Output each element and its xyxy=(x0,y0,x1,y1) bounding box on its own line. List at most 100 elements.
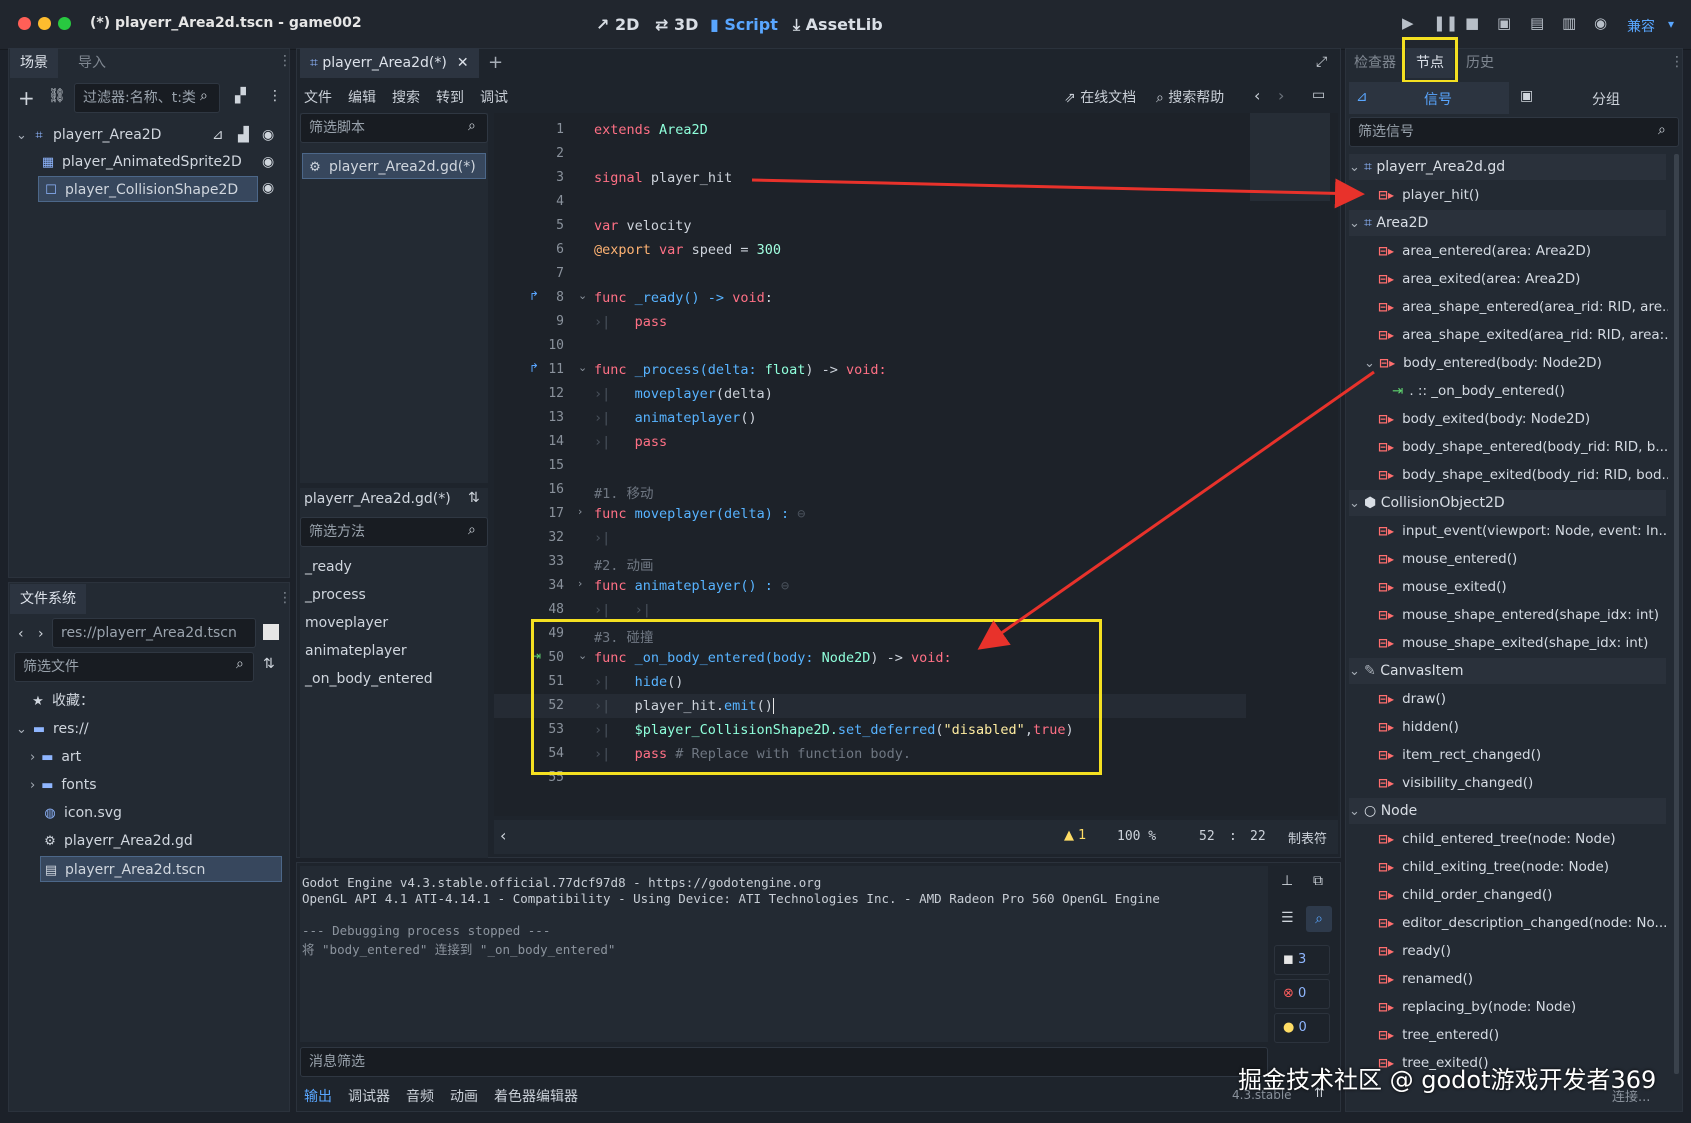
signal-icon[interactable]: ⊿ xyxy=(212,122,224,148)
workspace-assetlib-button[interactable]: ⤓ AssetLib xyxy=(793,15,883,35)
fs-res-root[interactable]: ⌄ ▬ res:// xyxy=(16,716,89,742)
signal-item-rect-changed[interactable]: ⊟▸ item_rect_changed() xyxy=(1378,742,1668,768)
method-item[interactable]: animateplayer xyxy=(305,638,407,664)
signal-area-shape-entered[interactable]: ⊟▸ area_shape_entered(area_rid: RID, are.… xyxy=(1378,294,1668,320)
signal-editor-description-changed[interactable]: ⊟▸ editor_description_changed(node: No... xyxy=(1378,910,1668,936)
clear-output-icon[interactable]: ☰ xyxy=(1281,910,1294,926)
script-filter-input[interactable]: 筛选脚本 xyxy=(300,113,488,143)
menu-file[interactable]: 文件 xyxy=(304,87,332,107)
add-tab-icon[interactable]: + xyxy=(488,52,503,73)
method-item[interactable]: _process xyxy=(305,582,366,608)
signal-mouse-shape-exited[interactable]: ⊟▸ mouse_shape_exited(shape_idx: int) xyxy=(1378,630,1668,656)
stop-icon[interactable]: ■ xyxy=(1465,14,1479,32)
fold-arrow-icon[interactable]: ⌄ xyxy=(578,361,587,374)
method-item[interactable]: _on_body_entered xyxy=(305,666,433,692)
signal-mouse-entered[interactable]: ⊟▸ mouse_entered() xyxy=(1378,546,1668,572)
warnings-indicator[interactable]: ▲ 1 xyxy=(1064,828,1086,843)
online-docs-button[interactable]: ⇗ 在线文档 xyxy=(1064,87,1136,107)
forward-icon[interactable]: › xyxy=(38,626,44,642)
play-custom-scene-icon[interactable]: ▥ xyxy=(1562,14,1576,32)
fs-file-icon-svg[interactable]: ◍ icon.svg xyxy=(42,800,122,826)
chevron-down-icon[interactable]: ▾ xyxy=(1668,17,1674,31)
copy-icon[interactable]: ⧉ xyxy=(1313,873,1323,889)
signal-body-shape-exited[interactable]: ⊟▸ body_shape_exited(body_rid: RID, bod..… xyxy=(1378,462,1668,488)
section-node[interactable]: ⌄ ○ Node xyxy=(1349,798,1666,824)
fs-file-gd[interactable]: ⚙ playerr_Area2d.gd xyxy=(42,828,193,854)
fullscreen-icon[interactable]: ⤢ xyxy=(1316,54,1327,70)
section-area2d[interactable]: ⌄ ⌗ Area2D xyxy=(1349,210,1666,236)
fold-arrow-icon[interactable]: ⌄ xyxy=(578,289,587,302)
file-filter-input[interactable]: 筛选文件 xyxy=(14,652,254,682)
attach-script-icon[interactable]: ▞ xyxy=(235,88,246,104)
unfold-arrow-icon[interactable]: › xyxy=(578,577,582,590)
signal-filter-input[interactable]: 筛选信号 xyxy=(1349,117,1679,147)
pause-icon[interactable]: ❚❚ xyxy=(1433,14,1458,32)
back-icon[interactable]: ‹ xyxy=(18,626,24,642)
link-icon[interactable]: ⛓ xyxy=(48,88,66,104)
section-canvasitem[interactable]: ⌄ ✎ CanvasItem xyxy=(1349,658,1666,684)
signal-area-shape-exited[interactable]: ⊟▸ area_shape_exited(area_rid: RID, area:… xyxy=(1378,322,1668,348)
tab-scene[interactable]: 场景 xyxy=(10,48,58,78)
section-collisionobject2d[interactable]: ⌄ ⬢ CollisionObject2D xyxy=(1349,490,1666,516)
signal-child-entered-tree[interactable]: ⊟▸ child_entered_tree(node: Node) xyxy=(1378,826,1668,852)
signal-draw[interactable]: ⊟▸ draw() xyxy=(1378,686,1668,712)
scene-filter-input[interactable]: 过滤器:名称、t:类 xyxy=(74,83,220,113)
visibility-eye-icon[interactable]: ◉ xyxy=(262,180,274,196)
signal-visibility-changed[interactable]: ⊟▸ visibility_changed() xyxy=(1378,770,1668,796)
signal-body-shape-entered[interactable]: ⊟▸ body_shape_entered(body_rid: RID, b... xyxy=(1378,434,1668,460)
prev-script-icon[interactable]: ‹ xyxy=(1254,86,1260,105)
subtab-groups[interactable]: 分组 xyxy=(1592,89,1620,109)
code-minimap[interactable] xyxy=(1250,113,1330,201)
bottom-tab-debugger[interactable]: 调试器 xyxy=(348,1086,390,1106)
play-scene-icon[interactable]: ▤ xyxy=(1530,14,1544,32)
fs-file-tscn[interactable]: ▤ playerr_Area2d.tscn xyxy=(40,856,282,882)
unfold-arrow-icon[interactable]: › xyxy=(578,505,582,518)
signal-area-entered[interactable]: ⊟▸ area_entered(area: Area2D) xyxy=(1378,238,1668,264)
filesystem-path[interactable]: res://playerr_Area2d.tscn xyxy=(52,618,256,648)
signal-child-exiting-tree[interactable]: ⊟▸ child_exiting_tree(node: Node) xyxy=(1378,854,1668,880)
signal-mouse-exited[interactable]: ⊟▸ mouse_exited() xyxy=(1378,574,1668,600)
tab-inspector[interactable]: 检查器 xyxy=(1348,48,1402,78)
close-window-button[interactable] xyxy=(18,17,31,30)
fs-folder-fonts[interactable]: › ▬ fonts xyxy=(30,772,97,798)
sort-icon[interactable]: ⇅ xyxy=(263,656,275,672)
close-tab-icon[interactable]: ✕ xyxy=(457,55,469,71)
script-icon[interactable]: ▟ xyxy=(238,122,249,148)
maximize-window-button[interactable] xyxy=(58,17,71,30)
signal-mouse-shape-entered[interactable]: ⊟▸ mouse_shape_entered(shape_idx: int) xyxy=(1378,602,1668,628)
scene-tab[interactable]: ⌗ playerr_Area2d(*) ✕ xyxy=(300,48,479,78)
warning-count-filter[interactable]: ● 0 xyxy=(1274,1013,1330,1043)
dock-menu-icon[interactable]: ⋮ xyxy=(1670,54,1684,70)
movie-maker-icon[interactable]: ◉ xyxy=(1594,14,1607,32)
tab-filesystem[interactable]: 文件系统 xyxy=(10,584,86,614)
method-filter-input[interactable]: 筛选方法 xyxy=(300,517,488,547)
menu-goto[interactable]: 转到 xyxy=(436,87,464,107)
signal-input-event[interactable]: ⊟▸ input_event(viewport: Node, event: In.… xyxy=(1378,518,1668,544)
bottom-tab-output[interactable]: 输出 xyxy=(304,1086,332,1106)
zoom-level[interactable]: 100 % xyxy=(1117,829,1156,844)
signal-body-exited[interactable]: ⊟▸ body_exited(body: Node2D) xyxy=(1378,406,1668,432)
workspace-script-button[interactable]: ▮ Script xyxy=(710,15,778,34)
signal-area-exited[interactable]: ⊟▸ area_exited(area: Area2D) xyxy=(1378,266,1668,292)
signal-list-scrollbar[interactable] xyxy=(1674,154,1679,1074)
workspace-2d-button[interactable]: ↗ 2D xyxy=(596,15,639,34)
bottom-tab-shader-editor[interactable]: 着色器编辑器 xyxy=(494,1086,578,1106)
message-filter-input[interactable]: 消息筛选 xyxy=(300,1047,1268,1077)
signal-ready[interactable]: ⊟▸ ready() xyxy=(1378,938,1668,964)
indent-mode[interactable]: 制表符 xyxy=(1288,828,1327,847)
fs-folder-art[interactable]: › ▬ art xyxy=(30,744,81,770)
signal-child-order-changed[interactable]: ⊟▸ child_order_changed() xyxy=(1378,882,1668,908)
search-toggle-icon[interactable]: ⌕ xyxy=(1306,906,1332,932)
toggle-scripts-panel-icon[interactable]: ‹ xyxy=(500,826,506,845)
remote-debug-icon[interactable]: ▣ xyxy=(1497,14,1511,32)
fs-favorites[interactable]: ★ 收藏： xyxy=(30,688,94,714)
tab-history[interactable]: 历史 xyxy=(1460,48,1500,78)
method-item[interactable]: moveplayer xyxy=(305,610,388,636)
bottom-tab-animation[interactable]: 动画 xyxy=(450,1086,478,1106)
tree-item-animated-sprite[interactable]: ▦ player_AnimatedSprite2D ◉ xyxy=(40,149,286,175)
signal-replacing-by[interactable]: ⊟▸ replacing_by(node: Node) xyxy=(1378,994,1668,1020)
minimize-window-button[interactable] xyxy=(38,17,51,30)
menu-search[interactable]: 搜索 xyxy=(392,87,420,107)
message-count-filter[interactable]: ◼ 3 xyxy=(1274,945,1330,975)
menu-debug[interactable]: 调试 xyxy=(480,87,508,107)
